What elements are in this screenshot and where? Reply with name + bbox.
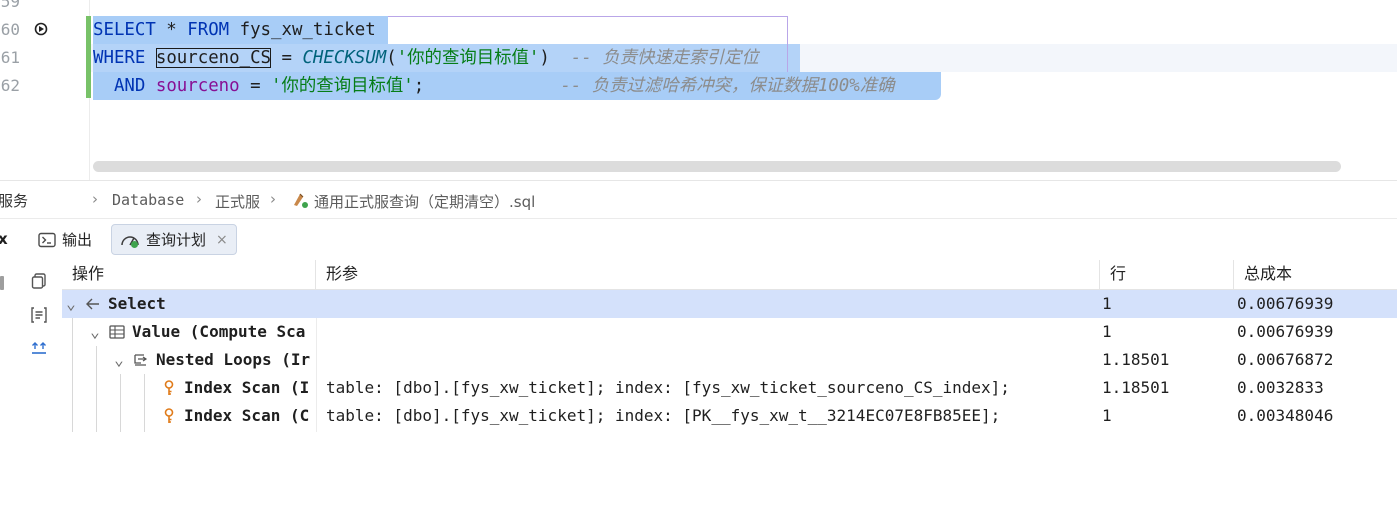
console-icon — [38, 232, 56, 247]
breadcrumb-item-server[interactable]: 正式服 — [215, 191, 260, 212]
horizontal-scrollbar[interactable] — [93, 161, 1341, 172]
sql-editor[interactable]: 59 60 61 62 SELECT * FROM fys_xw_ticket … — [0, 0, 1397, 180]
select-operator-icon — [86, 298, 99, 310]
plan-argument — [326, 318, 1096, 346]
plan-cost: 0.00676872 — [1237, 350, 1334, 369]
editor-gutter: 59 60 61 62 — [0, 0, 90, 180]
show-text-plan-icon[interactable] — [30, 306, 48, 324]
chevron-down-icon[interactable]: ⌄ — [64, 290, 78, 318]
copy-icon[interactable] — [30, 272, 48, 290]
plan-cost: 0.00676939 — [1237, 322, 1334, 341]
plan-rows: 1 — [1102, 406, 1112, 425]
chevron-right-icon: › — [196, 190, 202, 208]
expand-all-icon[interactable] — [30, 340, 48, 358]
plan-argument: table: [dbo].[fys_xw_ticket]; index: [PK… — [326, 406, 1001, 425]
column-header-rows[interactable]: 行 — [1100, 260, 1234, 290]
plan-table-header: 操作 形参 行 总成本 — [62, 260, 1397, 290]
chevron-down-icon[interactable]: ⌄ — [88, 318, 102, 346]
sql-file-icon — [294, 193, 308, 208]
plan-rows: 1 — [1102, 294, 1112, 313]
plan-row[interactable]: ⌄ Select 1 0.00676939 — [62, 290, 1397, 318]
plan-rows: 1 — [1102, 322, 1112, 341]
line-number: 62 — [0, 76, 20, 95]
tool-window-tabs: x 输出 查询计划 × — [0, 220, 1397, 260]
side-edge-marker — [0, 276, 4, 290]
plan-operation: Select — [108, 294, 166, 313]
line-number: 59 — [0, 0, 20, 11]
plan-toolbar — [0, 260, 62, 440]
code-line-62[interactable]: AND sourceno = '你的查询目标值'; -- 负责过滤哈希冲突，保证… — [93, 72, 895, 100]
plan-rows: 1.18501 — [1102, 378, 1170, 397]
line-number: 61 — [0, 48, 20, 67]
plan-cost: 0.00348046 — [1237, 406, 1334, 425]
plan-operation: Value (Compute Sca — [132, 322, 306, 341]
column-header-argument[interactable]: 形参 — [316, 260, 1100, 290]
services-label[interactable]: 服务 — [0, 190, 28, 211]
plan-rows: 1.18501 — [1102, 350, 1170, 369]
plan-argument — [326, 290, 1096, 318]
nested-loops-icon — [134, 354, 148, 366]
query-plan-table: 操作 形参 行 总成本 ⌄ Select 1 0.00676939 ⌄ Valu… — [62, 260, 1397, 432]
plan-row[interactable]: Index Scan (C table: [dbo].[fys_xw_ticke… — [62, 402, 1397, 430]
left-panel-fragment[interactable]: x — [0, 230, 8, 248]
chevron-right-icon: › — [92, 190, 98, 208]
index-key-icon — [164, 380, 174, 395]
chevron-right-icon: › — [270, 190, 276, 208]
plan-row[interactable]: ⌄ Nested Loops (Ir 1.18501 0.00676872 — [62, 346, 1397, 374]
run-statement-icon[interactable] — [34, 22, 48, 36]
compute-scalar-icon — [109, 325, 125, 339]
plan-row[interactable]: Index Scan (I table: [dbo].[fys_xw_ticke… — [62, 374, 1397, 402]
column-header-total-cost[interactable]: 总成本 — [1234, 260, 1397, 290]
plan-cost: 0.0032833 — [1237, 378, 1324, 397]
plan-operation: Nested Loops (Ir — [156, 350, 311, 369]
plan-argument — [326, 346, 1096, 374]
plan-row[interactable]: ⌄ Value (Compute Sca 1 0.00676939 — [62, 318, 1397, 346]
breadcrumb-item-database[interactable]: Database — [112, 191, 184, 209]
index-key-icon — [164, 408, 174, 423]
tab-query-plan[interactable]: 查询计划 × — [111, 224, 237, 255]
tab-query-plan-label: 查询计划 — [146, 231, 207, 249]
column-header-operation[interactable]: 操作 — [62, 260, 316, 290]
plan-operation: Index Scan (C — [184, 406, 310, 425]
close-icon[interactable]: × — [216, 232, 228, 248]
query-plan-icon — [121, 235, 139, 248]
tab-output[interactable]: 输出 — [30, 224, 100, 255]
highlighted-identifier: sourceno_CS — [155, 48, 272, 68]
tab-output-label: 输出 — [62, 231, 93, 249]
code-line-60[interactable]: SELECT * FROM fys_xw_ticket — [93, 16, 376, 44]
breadcrumb-item-file[interactable]: 通用正式服查询（定期清空）.sql — [314, 191, 535, 212]
breadcrumb: 服务 › Database › 正式服 › 通用正式服查询（定期清空）.sql — [0, 181, 1397, 219]
plan-cost: 0.00676939 — [1237, 294, 1334, 313]
chevron-down-icon[interactable]: ⌄ — [112, 346, 126, 374]
plan-operation: Index Scan (I — [184, 378, 310, 397]
line-number: 60 — [0, 20, 20, 39]
code-line-61[interactable]: WHERE sourceno_CS = CHECKSUM('你的查询目标值') … — [93, 44, 759, 72]
plan-argument: table: [dbo].[fys_xw_ticket]; index: [fy… — [326, 378, 1010, 397]
